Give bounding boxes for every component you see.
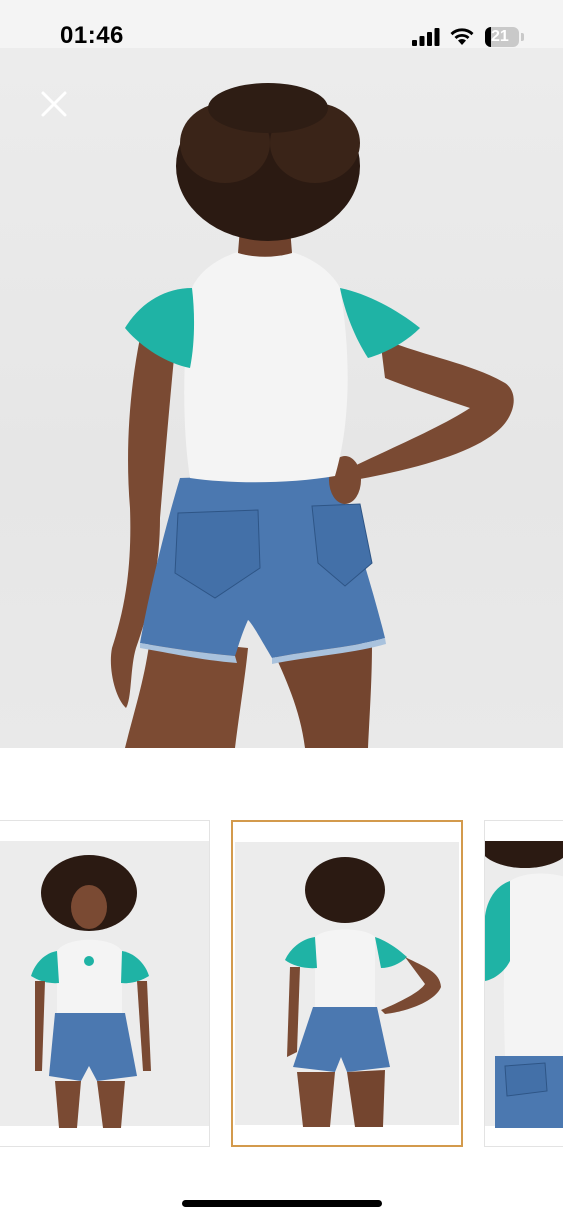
thumbnail-back-image xyxy=(285,857,441,1127)
thumbnail-front[interactable] xyxy=(0,820,210,1147)
battery-level: 21 xyxy=(491,28,509,45)
status-bar: 01:46 21 xyxy=(0,0,563,49)
close-icon[interactable] xyxy=(36,86,72,122)
thumbnail-back[interactable] xyxy=(231,820,463,1147)
thumbnail-front-image xyxy=(31,855,151,1128)
battery-icon: 21 xyxy=(485,27,519,47)
thumbnail-side[interactable] xyxy=(484,820,563,1147)
home-indicator[interactable] xyxy=(182,1200,382,1207)
thumbnail-side-image xyxy=(485,824,563,1128)
wifi-icon xyxy=(450,28,474,45)
product-photo-back-view xyxy=(110,83,514,748)
battery-cap xyxy=(521,33,524,41)
status-time: 01:46 xyxy=(60,22,124,49)
product-main-image[interactable] xyxy=(0,48,563,748)
cellular-signal-icon xyxy=(412,28,440,46)
